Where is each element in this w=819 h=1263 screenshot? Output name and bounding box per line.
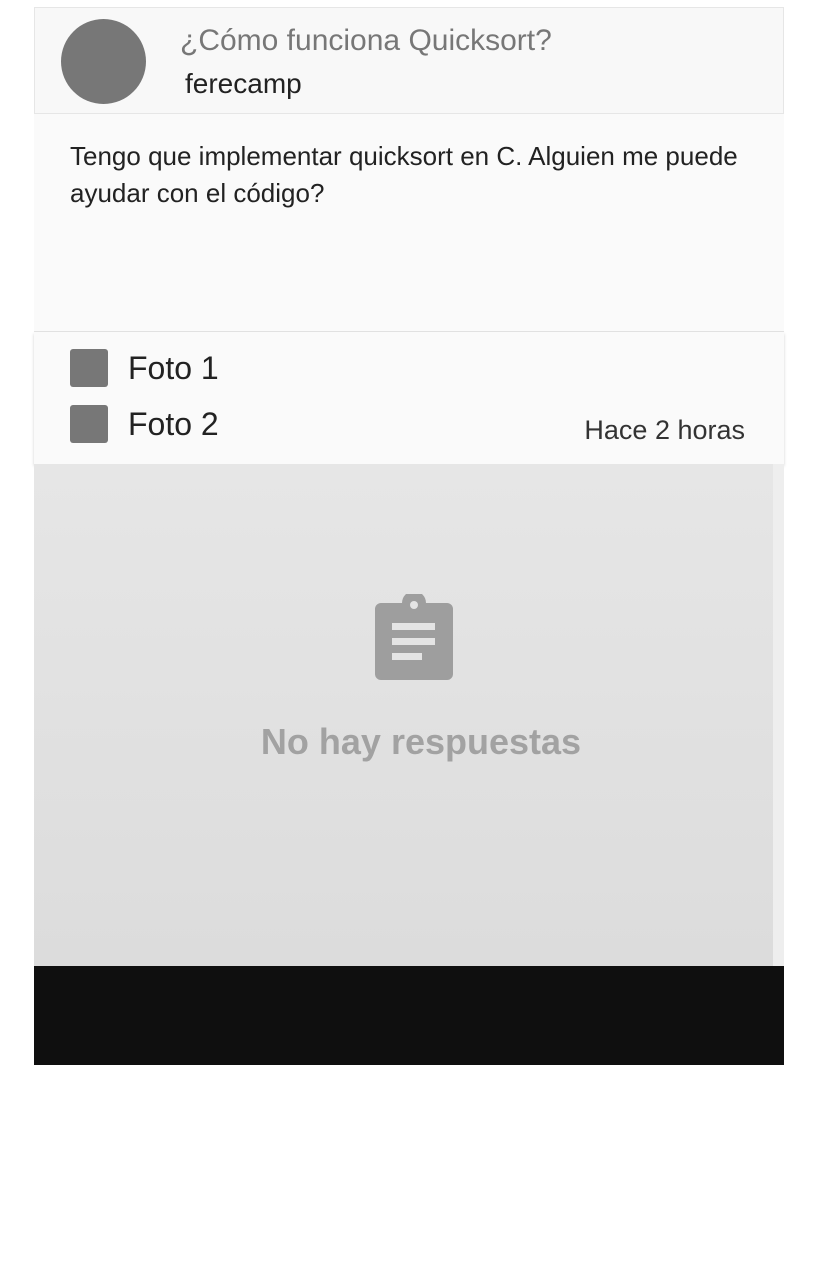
attachment-label: Foto 2: [128, 405, 219, 442]
photo-thumbnail: [70, 405, 108, 443]
answers-empty-state: No hay respuestas: [34, 464, 773, 966]
question-body: Tengo que implementar quicksort en C. Al…: [34, 114, 784, 332]
scroll-edge: [773, 464, 784, 966]
attachment-item[interactable]: Foto 2: [70, 404, 219, 444]
author-avatar[interactable]: [61, 19, 146, 104]
attachment-label: Foto 1: [128, 349, 219, 386]
clipboard-icon: [375, 594, 453, 680]
bottom-bar: [34, 966, 784, 1065]
question-title: ¿Cómo funciona Quicksort?: [180, 24, 552, 57]
photo-thumbnail: [70, 349, 108, 387]
question-header: ¿Cómo funciona Quicksort? ferecamp: [34, 7, 784, 114]
attachments-section: Foto 1 Foto 2 Hace 2 horas: [34, 332, 784, 464]
attachment-item[interactable]: Foto 1: [70, 348, 219, 388]
post-timestamp: Hace 2 horas: [584, 415, 745, 445]
author-name[interactable]: ferecamp: [185, 68, 302, 100]
question-screen: ¿Cómo funciona Quicksort? ferecamp Tengo…: [34, 7, 784, 1065]
empty-state-message: No hay respuestas: [260, 721, 582, 762]
